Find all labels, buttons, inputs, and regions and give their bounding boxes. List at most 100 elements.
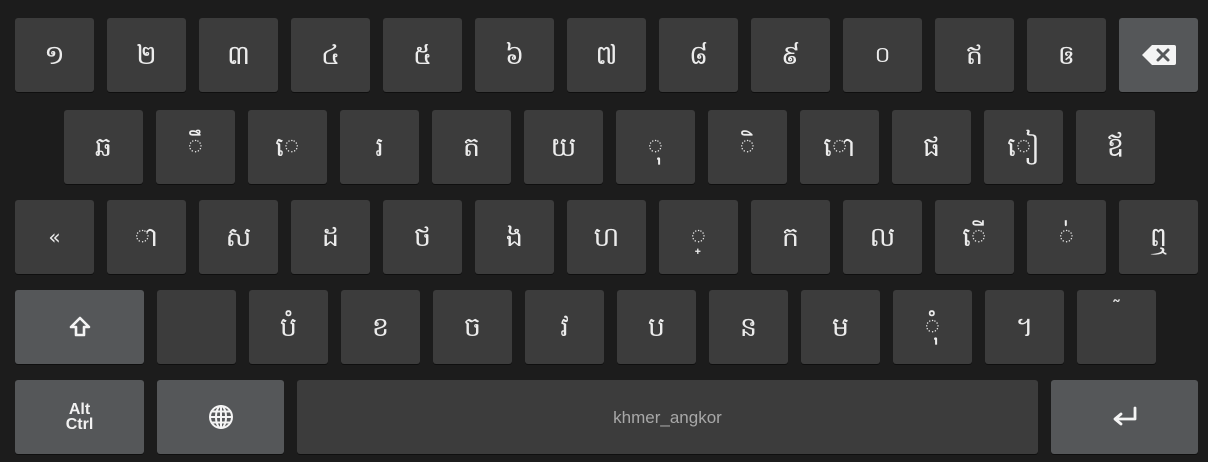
key-khmer-vowel-e[interactable]: ◌េ	[248, 110, 327, 184]
key-khmer-digit-5[interactable]: ៥	[383, 18, 462, 92]
key-label: ◌ៀ	[1007, 131, 1040, 163]
key-label: ២	[136, 39, 157, 71]
keyboard-layout-name: khmer_angkor	[613, 407, 722, 427]
key-khmer-vowel-om[interactable]: ◌ុំ	[893, 290, 972, 364]
key-label: ត	[462, 131, 481, 163]
key-label: ៤	[320, 39, 341, 71]
key-khmer-digit-4[interactable]: ៤	[291, 18, 370, 92]
key-khmer-digit-6[interactable]: ៦	[475, 18, 554, 92]
alt-ctrl-label: Alt Ctrl	[65, 401, 94, 433]
key-label: ◌ុំ	[924, 311, 941, 343]
shift-arrow-icon	[69, 316, 91, 338]
key-label: ៥	[412, 39, 433, 71]
key-khmer-digit-9[interactable]: ៩	[751, 18, 830, 92]
key-label: ◌ឹ	[187, 131, 204, 163]
key-label: ៦	[504, 39, 525, 71]
key-khmer-digit-7[interactable]: ៧	[567, 18, 646, 92]
key-label: ◌្	[690, 221, 707, 253]
space-bar[interactable]: khmer_angkor	[297, 380, 1038, 454]
key-khmer-vowel-ie[interactable]: ◌ៀ	[984, 110, 1063, 184]
key-khmer-bantoc[interactable]: ◌់	[1027, 200, 1106, 274]
key-label: រ	[375, 131, 384, 163]
key-label: ◌ើ	[962, 221, 987, 253]
key-label: ហ	[593, 221, 620, 253]
key-blank[interactable]	[157, 290, 236, 364]
key-khmer-ba[interactable]: ប	[617, 290, 696, 364]
enter-return-icon	[1110, 405, 1140, 429]
key-label: ឆ	[94, 131, 113, 163]
ctrl-label: Ctrl	[65, 416, 94, 433]
key-khmer-ba-nikahit[interactable]: បំ	[249, 290, 328, 364]
key-khmer-vowel-ae[interactable]: ◌ើ	[935, 200, 1014, 274]
key-label: ៧	[595, 39, 618, 71]
key-khmer-ha[interactable]: ហ	[567, 200, 646, 274]
key-label: ។	[1015, 311, 1034, 343]
key-label: ដ	[321, 221, 340, 253]
key-khmer-mo[interactable]: ម	[801, 290, 880, 364]
key-label: យ	[550, 131, 577, 163]
key-khmer-digit-2[interactable]: ២	[107, 18, 186, 92]
key-left-guillemet[interactable]: «	[15, 200, 94, 274]
key-label: ◌់	[1058, 221, 1075, 253]
key-khmer-ta[interactable]: ត	[432, 110, 511, 184]
key-khmer-sa[interactable]: ស	[199, 200, 278, 274]
key-label: បំ	[279, 311, 298, 343]
key-label: ប	[647, 311, 666, 343]
key-khmer-vowel-oe[interactable]: ◌ឹ	[156, 110, 235, 184]
key-khmer-letter-au[interactable]: ឪ	[1076, 110, 1155, 184]
key-label: ៩	[780, 39, 801, 71]
key-label: ខ	[371, 311, 390, 343]
key-khmer-ngo[interactable]: ង	[475, 200, 554, 274]
key-label: ផ	[922, 131, 941, 163]
backspace-icon	[1141, 43, 1177, 67]
on-screen-keyboard: ១ ២ ៣ ៤ ៥ ៦ ៧ ៨ ៩ ០ ឥ ឲ ឆ ◌ឹ ◌េ រ ត យ ◌ុ…	[0, 0, 1208, 462]
key-label: ៣	[226, 39, 251, 71]
key-khmer-digit-8[interactable]: ៨	[659, 18, 738, 92]
key-tilde[interactable]: ˜	[1077, 290, 1156, 364]
key-khmer-kha[interactable]: ខ	[341, 290, 420, 364]
key-khmer-no[interactable]: ន	[709, 290, 788, 364]
key-label: ថ	[413, 221, 432, 253]
key-label: ◌េ	[275, 131, 300, 163]
enter-key[interactable]	[1051, 380, 1198, 454]
key-khmer-vowel-u[interactable]: ◌ុ	[616, 110, 695, 184]
key-khmer-ka[interactable]: ក	[751, 200, 830, 274]
key-khmer-ca[interactable]: ច	[433, 290, 512, 364]
key-label: «	[48, 225, 61, 249]
shift-key[interactable]	[15, 290, 144, 364]
key-label: វ	[560, 311, 569, 343]
key-khmer-chho[interactable]: ឆ	[64, 110, 143, 184]
key-khmer-vowel-i[interactable]: ◌ិ	[708, 110, 787, 184]
key-khmer-pha[interactable]: ផ	[892, 110, 971, 184]
key-khmer-vowel-oo[interactable]: ◌ោ	[800, 110, 879, 184]
key-label: ˜	[1111, 296, 1122, 320]
key-khmer-lo[interactable]: ល	[843, 200, 922, 274]
alt-label: Alt	[68, 401, 91, 418]
key-khmer-coeng[interactable]: ◌្	[659, 200, 738, 274]
key-label: ឥ	[965, 39, 984, 71]
key-khmer-letter-i[interactable]: ឥ	[935, 18, 1014, 92]
key-khmer-digit-3[interactable]: ៣	[199, 18, 278, 92]
key-label: ◌ុ	[647, 131, 664, 163]
key-label: ច	[463, 311, 482, 343]
key-khmer-vowel-aa[interactable]: ◌ា	[107, 200, 186, 274]
key-khmer-letter-ao[interactable]: ឲ	[1027, 18, 1106, 92]
key-digit-0[interactable]: ០	[843, 18, 922, 92]
language-switch-key[interactable]	[157, 380, 284, 454]
key-khmer-yo[interactable]: យ	[524, 110, 603, 184]
key-khmer-tha[interactable]: ថ	[383, 200, 462, 274]
key-label: ◌ា	[134, 221, 159, 253]
alt-ctrl-key[interactable]: Alt Ctrl	[15, 380, 144, 454]
key-khmer-letter-lue[interactable]: ឮ	[1119, 200, 1198, 274]
key-khmer-da[interactable]: ដ	[291, 200, 370, 274]
key-label: ឪ	[1106, 131, 1125, 163]
key-khmer-digit-1[interactable]: ១	[15, 18, 94, 92]
key-label: ១	[44, 39, 65, 71]
key-label: ៨	[688, 39, 709, 71]
key-label: ង	[505, 221, 524, 253]
key-khmer-vo[interactable]: វ	[525, 290, 604, 364]
backspace-key[interactable]	[1119, 18, 1198, 92]
key-khmer-ro[interactable]: រ	[340, 110, 419, 184]
key-khmer-khan[interactable]: ។	[985, 290, 1064, 364]
key-label: ក	[781, 221, 800, 253]
